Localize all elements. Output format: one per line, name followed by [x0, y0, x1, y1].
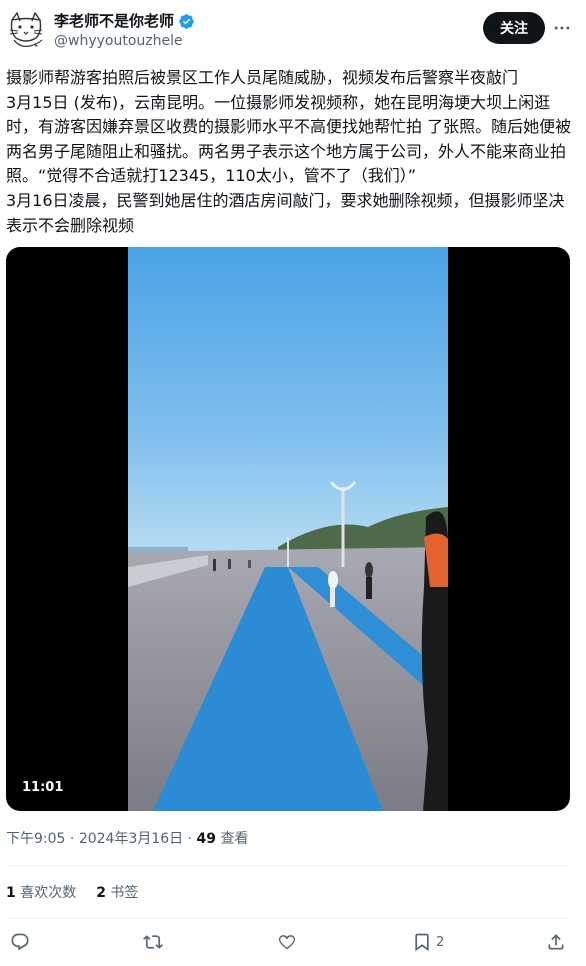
- author-name-row[interactable]: 李老师不是你老师: [54, 12, 195, 30]
- tweet-text-line: 3月15日 (发布)，云南昆明。一位摄影师发视频称，她在昆明海埂大坝上闲逛时，有…: [6, 92, 572, 186]
- tweet-meta: 下午9:05 · 2024年3月16日 · 49 查看: [6, 828, 248, 848]
- tweet-actions-bar: 2: [0, 926, 586, 958]
- avatar[interactable]: [6, 10, 46, 50]
- share-button[interactable]: [546, 930, 566, 954]
- tweet-header: 李老师不是你老师 @whyyoutouzhele 关注: [0, 0, 586, 62]
- bookmarks-stat[interactable]: 2 书签: [96, 882, 138, 902]
- video-player[interactable]: 11:01: [6, 247, 570, 811]
- tweet-date[interactable]: 2024年3月16日: [79, 831, 183, 847]
- author-display-name[interactable]: 李老师不是你老师: [54, 12, 174, 30]
- bookmark-button[interactable]: 2: [412, 930, 444, 954]
- tweet-text-line: 3月16日凌晨，民警到她居住的酒店房间敲门，要求她删除视频，但摄影师坚决表示不会…: [6, 190, 565, 235]
- views-label: 查看: [220, 831, 249, 847]
- reply-icon: [11, 933, 29, 951]
- divider: [6, 918, 570, 919]
- tweet-text-line: 摄影师帮游客拍照后被景区工作人员尾随威胁，视频发布后警察半夜敲门: [6, 68, 519, 87]
- bookmark-count: 2: [436, 934, 445, 950]
- meta-separator: ·: [69, 831, 75, 847]
- likes-count: 1: [6, 885, 16, 901]
- more-dots-icon: [554, 26, 570, 30]
- likes-label: 喜欢次数: [20, 885, 77, 901]
- likes-stat[interactable]: 1 喜欢次数: [6, 882, 76, 902]
- share-icon: [548, 934, 564, 950]
- verified-badge-icon: [179, 13, 194, 29]
- reply-button[interactable]: [10, 930, 30, 954]
- more-options-button[interactable]: [550, 16, 574, 40]
- tweet-text: 摄影师帮游客拍照后被景区工作人员尾随威胁，视频发布后警察半夜敲门 3月15日 (…: [6, 66, 580, 238]
- video-thumbnail: [128, 247, 448, 811]
- tweet-time[interactable]: 下午9:05: [6, 831, 65, 847]
- meta-separator: ·: [187, 831, 193, 847]
- author-handle[interactable]: @whyyoutouzhele: [54, 33, 183, 49]
- follow-button[interactable]: 关注: [483, 12, 545, 44]
- video-duration-badge: 11:01: [17, 777, 69, 799]
- views-count: 49: [196, 831, 217, 847]
- cat-sketch-avatar-icon: [6, 10, 46, 50]
- bookmarks-count: 2: [96, 885, 106, 901]
- heart-icon: [279, 935, 295, 950]
- retweet-icon: [143, 935, 163, 949]
- video-frame[interactable]: [128, 247, 448, 811]
- bookmarks-label: 书签: [110, 885, 139, 901]
- tweet-stats: 1 喜欢次数 2 书签: [6, 882, 138, 902]
- like-button[interactable]: [277, 930, 297, 954]
- retweet-button[interactable]: [143, 930, 163, 954]
- bookmark-icon: [415, 933, 429, 952]
- divider: [6, 865, 570, 866]
